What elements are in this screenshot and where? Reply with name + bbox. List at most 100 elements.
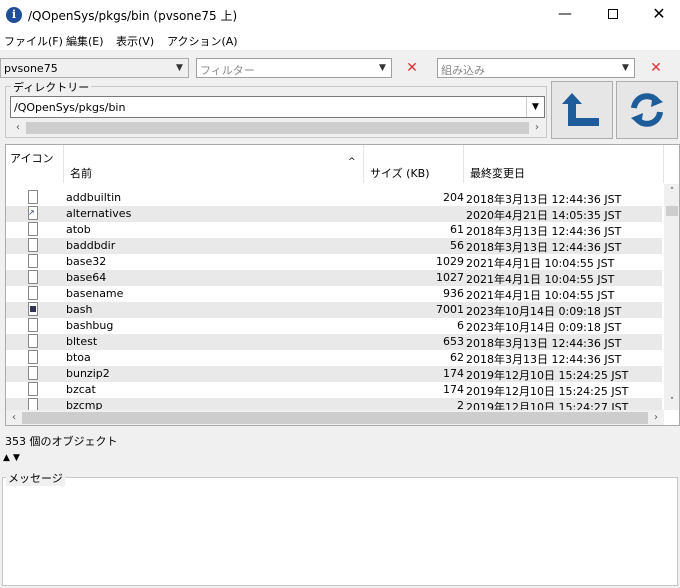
file-list: アイコン 名前 ^ サイズ (KB) 最終変更日 addbuiltin 204 20…	[5, 144, 680, 426]
splitter-bar[interactable]: ▲ ▼	[0, 452, 680, 468]
chevron-down-icon[interactable]: ▼	[526, 97, 544, 117]
file-name: base32	[66, 255, 107, 268]
file-name: base64	[66, 271, 107, 284]
table-row[interactable]: basename 936 2021年4月1日 10:04:55 JST	[6, 286, 662, 302]
executable-file-icon	[28, 302, 38, 316]
file-name: basename	[66, 287, 124, 300]
file-name: bunzip2	[66, 367, 110, 380]
info-app-icon: i	[6, 7, 22, 23]
scroll-left-icon[interactable]: ‹	[6, 410, 22, 425]
scroll-left-icon[interactable]: ‹	[10, 120, 26, 136]
window-title: /QOpenSys/pkgs/bin (pvsone75 上)	[28, 9, 238, 23]
filter-placeholder: フィルター	[200, 64, 255, 77]
file-modified: 2019年12月10日 15:24:25 JST	[466, 369, 629, 382]
table-row[interactable]: bash 7001 2023年10月14日 0:09:18 JST	[6, 302, 662, 318]
scroll-right-icon[interactable]: ›	[648, 410, 664, 425]
chevron-down-icon[interactable]: ▼	[374, 59, 391, 77]
file-size: 1029	[436, 255, 464, 268]
scroll-up-icon[interactable]: ˄	[664, 184, 679, 200]
table-row[interactable]: base64 1027 2021年4月1日 10:04:55 JST	[6, 270, 662, 286]
file-icon	[28, 318, 38, 332]
title-bar: i /QOpenSys/pkgs/bin (pvsone75 上) — ✕	[0, 0, 680, 30]
clear-builtin-icon[interactable]: ✕	[640, 58, 672, 78]
refresh-button[interactable]	[616, 81, 678, 139]
file-modified: 2020年4月21日 14:05:35 JST	[466, 209, 622, 222]
table-row[interactable]: bashbug 6 2023年10月14日 0:09:18 JST	[6, 318, 662, 334]
file-size: 6	[457, 319, 464, 332]
file-list-hscroll[interactable]: ‹ ›	[6, 410, 664, 425]
file-icon	[28, 350, 38, 364]
file-modified: 2018年3月13日 12:44:36 JST	[466, 337, 622, 350]
menu-action[interactable]: アクション(A)	[167, 33, 238, 49]
directory-hscroll[interactable]: ‹ ›	[10, 120, 545, 136]
scroll-thumb[interactable]	[26, 122, 529, 134]
expand-down-icon[interactable]: ▼	[13, 453, 20, 463]
system-select[interactable]: pvsone75 ▼	[0, 58, 189, 78]
file-modified: 2019年12月10日 15:24:25 JST	[466, 385, 629, 398]
file-name: baddbdir	[66, 239, 116, 252]
file-modified: 2021年4月1日 10:04:55 JST	[466, 289, 615, 302]
file-modified: 2018年3月13日 12:44:36 JST	[466, 241, 622, 254]
file-icon	[28, 334, 38, 348]
file-name: bltest	[66, 335, 98, 348]
menu-view[interactable]: 表示(V)	[116, 33, 154, 49]
link-file-icon	[28, 206, 38, 220]
filter-combo[interactable]: フィルター ▼	[196, 58, 392, 78]
table-row[interactable]: bltest 653 2018年3月13日 12:44:36 JST	[6, 334, 662, 350]
close-button[interactable]: ✕	[636, 0, 680, 30]
column-header-modified[interactable]: 最終変更日	[464, 145, 664, 183]
chevron-down-icon[interactable]: ▼	[617, 59, 634, 77]
column-header-name[interactable]: 名前 ^	[64, 145, 364, 183]
minimize-button[interactable]: —	[542, 0, 588, 30]
builtin-combo[interactable]: 組み込み ▼	[437, 58, 635, 78]
refresh-icon	[631, 93, 663, 127]
menu-file[interactable]: ファイル(F)	[4, 33, 63, 49]
directory-path-input[interactable]: /QOpenSys/pkgs/bin ▼	[10, 96, 545, 118]
table-row[interactable]: atob 61 2018年3月13日 12:44:36 JST	[6, 222, 662, 238]
builtin-placeholder: 組み込み	[441, 64, 485, 77]
file-list-vscroll[interactable]: ˄ ˅	[664, 184, 679, 410]
up-level-icon	[562, 93, 599, 126]
file-modified: 2021年4月1日 10:04:55 JST	[466, 257, 615, 270]
file-icon	[28, 366, 38, 380]
file-icon	[28, 382, 38, 396]
menu-bar: ファイル(F) 編集(E) 表示(V) アクション(A)	[0, 30, 680, 50]
file-size: 1027	[436, 271, 464, 284]
file-icon	[28, 270, 38, 284]
menu-edit[interactable]: 編集(E)	[66, 33, 104, 49]
file-icon	[28, 238, 38, 252]
table-row[interactable]: baddbdir 56 2018年3月13日 12:44:36 JST	[6, 238, 662, 254]
scroll-thumb[interactable]	[22, 412, 648, 424]
message-panel[interactable]	[2, 477, 678, 586]
directory-label: ディレクトリー	[11, 79, 92, 95]
file-size: 174	[443, 383, 464, 396]
parent-directory-button[interactable]	[551, 81, 613, 139]
scroll-thumb[interactable]	[666, 206, 678, 216]
table-row[interactable]: addbuiltin 204 2018年3月13日 12:44:36 JST	[6, 190, 662, 206]
file-size: 56	[450, 239, 464, 252]
file-modified: 2018年3月13日 12:44:36 JST	[466, 225, 622, 238]
file-modified: 2023年10月14日 0:09:18 JST	[466, 305, 622, 318]
maximize-button[interactable]	[590, 0, 636, 30]
file-modified: 2018年3月13日 12:44:36 JST	[466, 353, 622, 366]
file-size: 7001	[436, 303, 464, 316]
sort-ascending-icon: ^	[348, 157, 356, 167]
column-header-size[interactable]: サイズ (KB)	[364, 145, 464, 183]
table-row[interactable]: base32 1029 2021年4月1日 10:04:55 JST	[6, 254, 662, 270]
file-modified: 2021年4月1日 10:04:55 JST	[466, 273, 615, 286]
collapse-up-icon[interactable]: ▲	[3, 453, 10, 463]
file-size: 653	[443, 335, 464, 348]
table-row[interactable]: btoa 62 2018年3月13日 12:44:36 JST	[6, 350, 662, 366]
scroll-right-icon[interactable]: ›	[529, 120, 545, 136]
system-select-value: pvsone75	[4, 62, 58, 75]
table-row[interactable]: alternatives 2020年4月21日 14:05:35 JST	[6, 206, 662, 222]
scroll-down-icon[interactable]: ˅	[664, 394, 679, 410]
chevron-down-icon: ▼	[176, 63, 183, 73]
file-modified: 2018年3月13日 12:44:36 JST	[466, 193, 622, 206]
column-header-icon[interactable]: アイコン	[6, 145, 64, 183]
table-row[interactable]: bzcat 174 2019年12月10日 15:24:25 JST	[6, 382, 662, 398]
clear-filter-icon[interactable]: ✕	[396, 58, 428, 78]
file-size: 174	[443, 367, 464, 380]
table-row[interactable]: bunzip2 174 2019年12月10日 15:24:25 JST	[6, 366, 662, 382]
directory-path-value: /QOpenSys/pkgs/bin	[14, 101, 126, 114]
